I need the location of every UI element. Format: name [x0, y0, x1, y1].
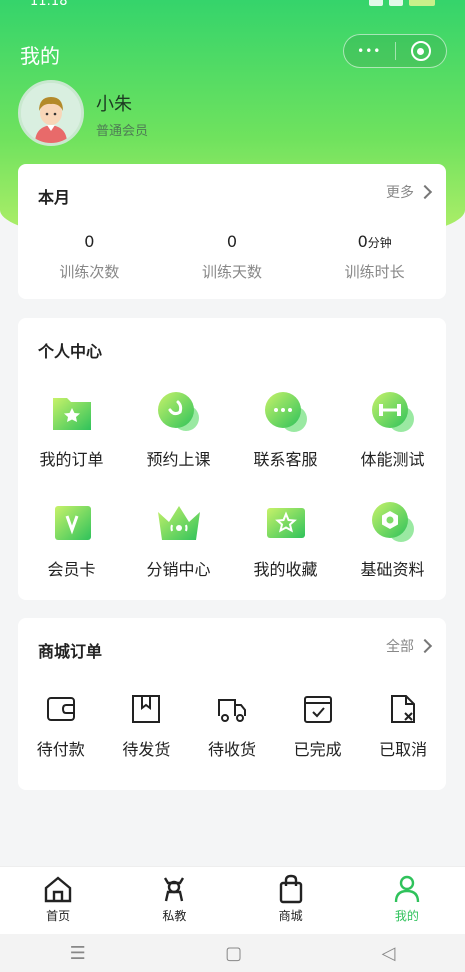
stat-value: 0 [84, 232, 95, 251]
stat-training-days[interactable]: 0 训练天数 [161, 232, 304, 282]
grid-item-member-card[interactable]: 会员卡 [18, 498, 125, 580]
doc-cancel-icon [391, 695, 416, 723]
order-status-label: 待付款 [36, 740, 85, 759]
tab-home[interactable]: 首页 [0, 867, 116, 934]
order-pending-shipment[interactable]: 待发货 [104, 692, 190, 760]
tab-mall[interactable]: 商城 [233, 867, 349, 934]
wifi-icon [389, 0, 403, 6]
close-miniapp-button[interactable] [396, 35, 447, 67]
person-icon [394, 875, 420, 903]
month-stats: 0 训练次数 0 训练天数 0分钟 训练时长 [18, 232, 446, 282]
page-title: 我的 [20, 44, 60, 68]
grid-item-distribution[interactable]: 分销中心 [125, 498, 232, 580]
grid-item-label: 我的订单 [39, 450, 104, 469]
personal-center-row-1: 我的订单 预约上课 联系客服 体能测试 [18, 388, 446, 470]
order-completed[interactable]: 已完成 [275, 692, 361, 760]
grid-item-label: 基础资料 [360, 560, 425, 579]
hex-nut-icon [368, 498, 418, 548]
order-pending-payment[interactable]: 待付款 [18, 692, 104, 760]
order-folder-icon [47, 388, 97, 438]
chevron-right-icon [417, 638, 433, 654]
grid-item-my-orders[interactable]: 我的订单 [18, 388, 125, 470]
month-more-link[interactable]: 更多 [386, 182, 433, 202]
tab-label: 商城 [278, 909, 303, 923]
personal-center-row-2: 会员卡 分销中心 我的收藏 基础资料 [18, 498, 446, 580]
battery-icon [409, 0, 435, 6]
personal-center-title: 个人中心 [38, 342, 103, 361]
grid-item-label: 预约上课 [146, 450, 211, 469]
tab-mine[interactable]: 我的 [349, 867, 465, 934]
status-icons [369, 0, 435, 6]
system-navigation-bar: ☰ ▢ ◁ [0, 934, 465, 972]
signal-icon [369, 0, 383, 6]
grid-item-basic-info[interactable]: 基础资料 [339, 498, 446, 580]
status-time: 11:18 [30, 0, 68, 9]
mall-orders-title: 商城订单 [38, 642, 103, 661]
menu-icon[interactable]: ☰ [70, 943, 86, 964]
month-more-label: 更多 [386, 185, 414, 201]
tab-label: 首页 [46, 909, 71, 923]
stat-label: 训练时长 [344, 263, 405, 281]
order-status-row: 待付款 待发货 待收货 已完成 已取消 [18, 692, 446, 760]
dumbbell-icon [368, 388, 418, 438]
back-icon[interactable]: ◁ [381, 943, 395, 964]
membership-level: 普通会员 [96, 124, 149, 139]
chat-icon [261, 388, 311, 438]
mall-orders-card: 商城订单 全部 待付款 待发货 待收货 已完成 已取消 [18, 618, 446, 790]
stat-value: 0 [226, 232, 238, 251]
member-card-icon [47, 498, 97, 548]
all-orders-label: 全部 [386, 639, 414, 655]
home-square-icon[interactable]: ▢ [225, 943, 242, 964]
tab-label: 我的 [394, 909, 419, 923]
truck-icon [217, 699, 246, 722]
chevron-right-icon [417, 184, 433, 200]
grid-item-customer-service[interactable]: 联系客服 [232, 388, 339, 470]
booking-icon [154, 388, 204, 438]
order-status-label: 待收货 [207, 740, 256, 759]
crown-icon [154, 498, 204, 548]
grid-item-label: 联系客服 [253, 450, 318, 469]
more-dots-icon: ••• [357, 44, 382, 58]
grid-item-label: 我的收藏 [253, 560, 318, 579]
stat-training-duration[interactable]: 0分钟 训练时长 [303, 232, 446, 282]
star-collection-icon [261, 498, 311, 548]
order-cancelled[interactable]: 已取消 [360, 692, 446, 760]
target-icon [410, 41, 431, 61]
stat-value: 0分钟 [357, 232, 392, 251]
order-status-label: 已完成 [293, 740, 342, 759]
coach-icon [164, 877, 185, 902]
package-icon [132, 695, 161, 723]
grid-item-label: 分销中心 [146, 560, 211, 579]
grid-item-favorites[interactable]: 我的收藏 [232, 498, 339, 580]
wallet-icon [46, 697, 75, 721]
home-icon [44, 876, 72, 903]
stat-training-count[interactable]: 0 训练次数 [18, 232, 161, 282]
order-status-label: 待发货 [122, 740, 171, 759]
month-stats-card: 本月 更多 0 训练次数 0 训练天数 0分钟 训练时长 [18, 164, 446, 299]
grid-item-booking[interactable]: 预约上课 [125, 388, 232, 470]
tab-coach[interactable]: 私教 [116, 867, 232, 934]
tab-label: 私教 [162, 909, 187, 923]
miniapp-capsule: ••• [343, 34, 447, 68]
grid-item-label: 会员卡 [47, 560, 96, 579]
shopping-bag-icon [279, 874, 302, 904]
calendar-check-icon [303, 696, 332, 723]
stat-label: 训练天数 [202, 263, 263, 281]
order-pending-receipt[interactable]: 待收货 [189, 692, 275, 760]
bottom-tab-bar: 首页 私教 商城 我的 [0, 866, 465, 934]
personal-center-card: 个人中心 我的订单 预约上课 联系客服 体能测试 会员卡 分销中心 我的收藏 基… [18, 318, 446, 600]
avatar-illustration-icon [21, 83, 81, 143]
order-status-label: 已取消 [379, 740, 428, 759]
status-bar: 11:18 [0, 0, 465, 22]
grid-item-label: 体能测试 [360, 450, 425, 469]
month-card-title: 本月 [38, 188, 71, 207]
stat-label: 训练次数 [59, 263, 120, 281]
user-name: 小朱 [96, 94, 132, 115]
more-menu-button[interactable]: ••• [344, 35, 395, 67]
avatar[interactable] [18, 80, 84, 146]
grid-item-fitness-test[interactable]: 体能测试 [339, 388, 446, 470]
all-orders-link[interactable]: 全部 [386, 636, 433, 656]
